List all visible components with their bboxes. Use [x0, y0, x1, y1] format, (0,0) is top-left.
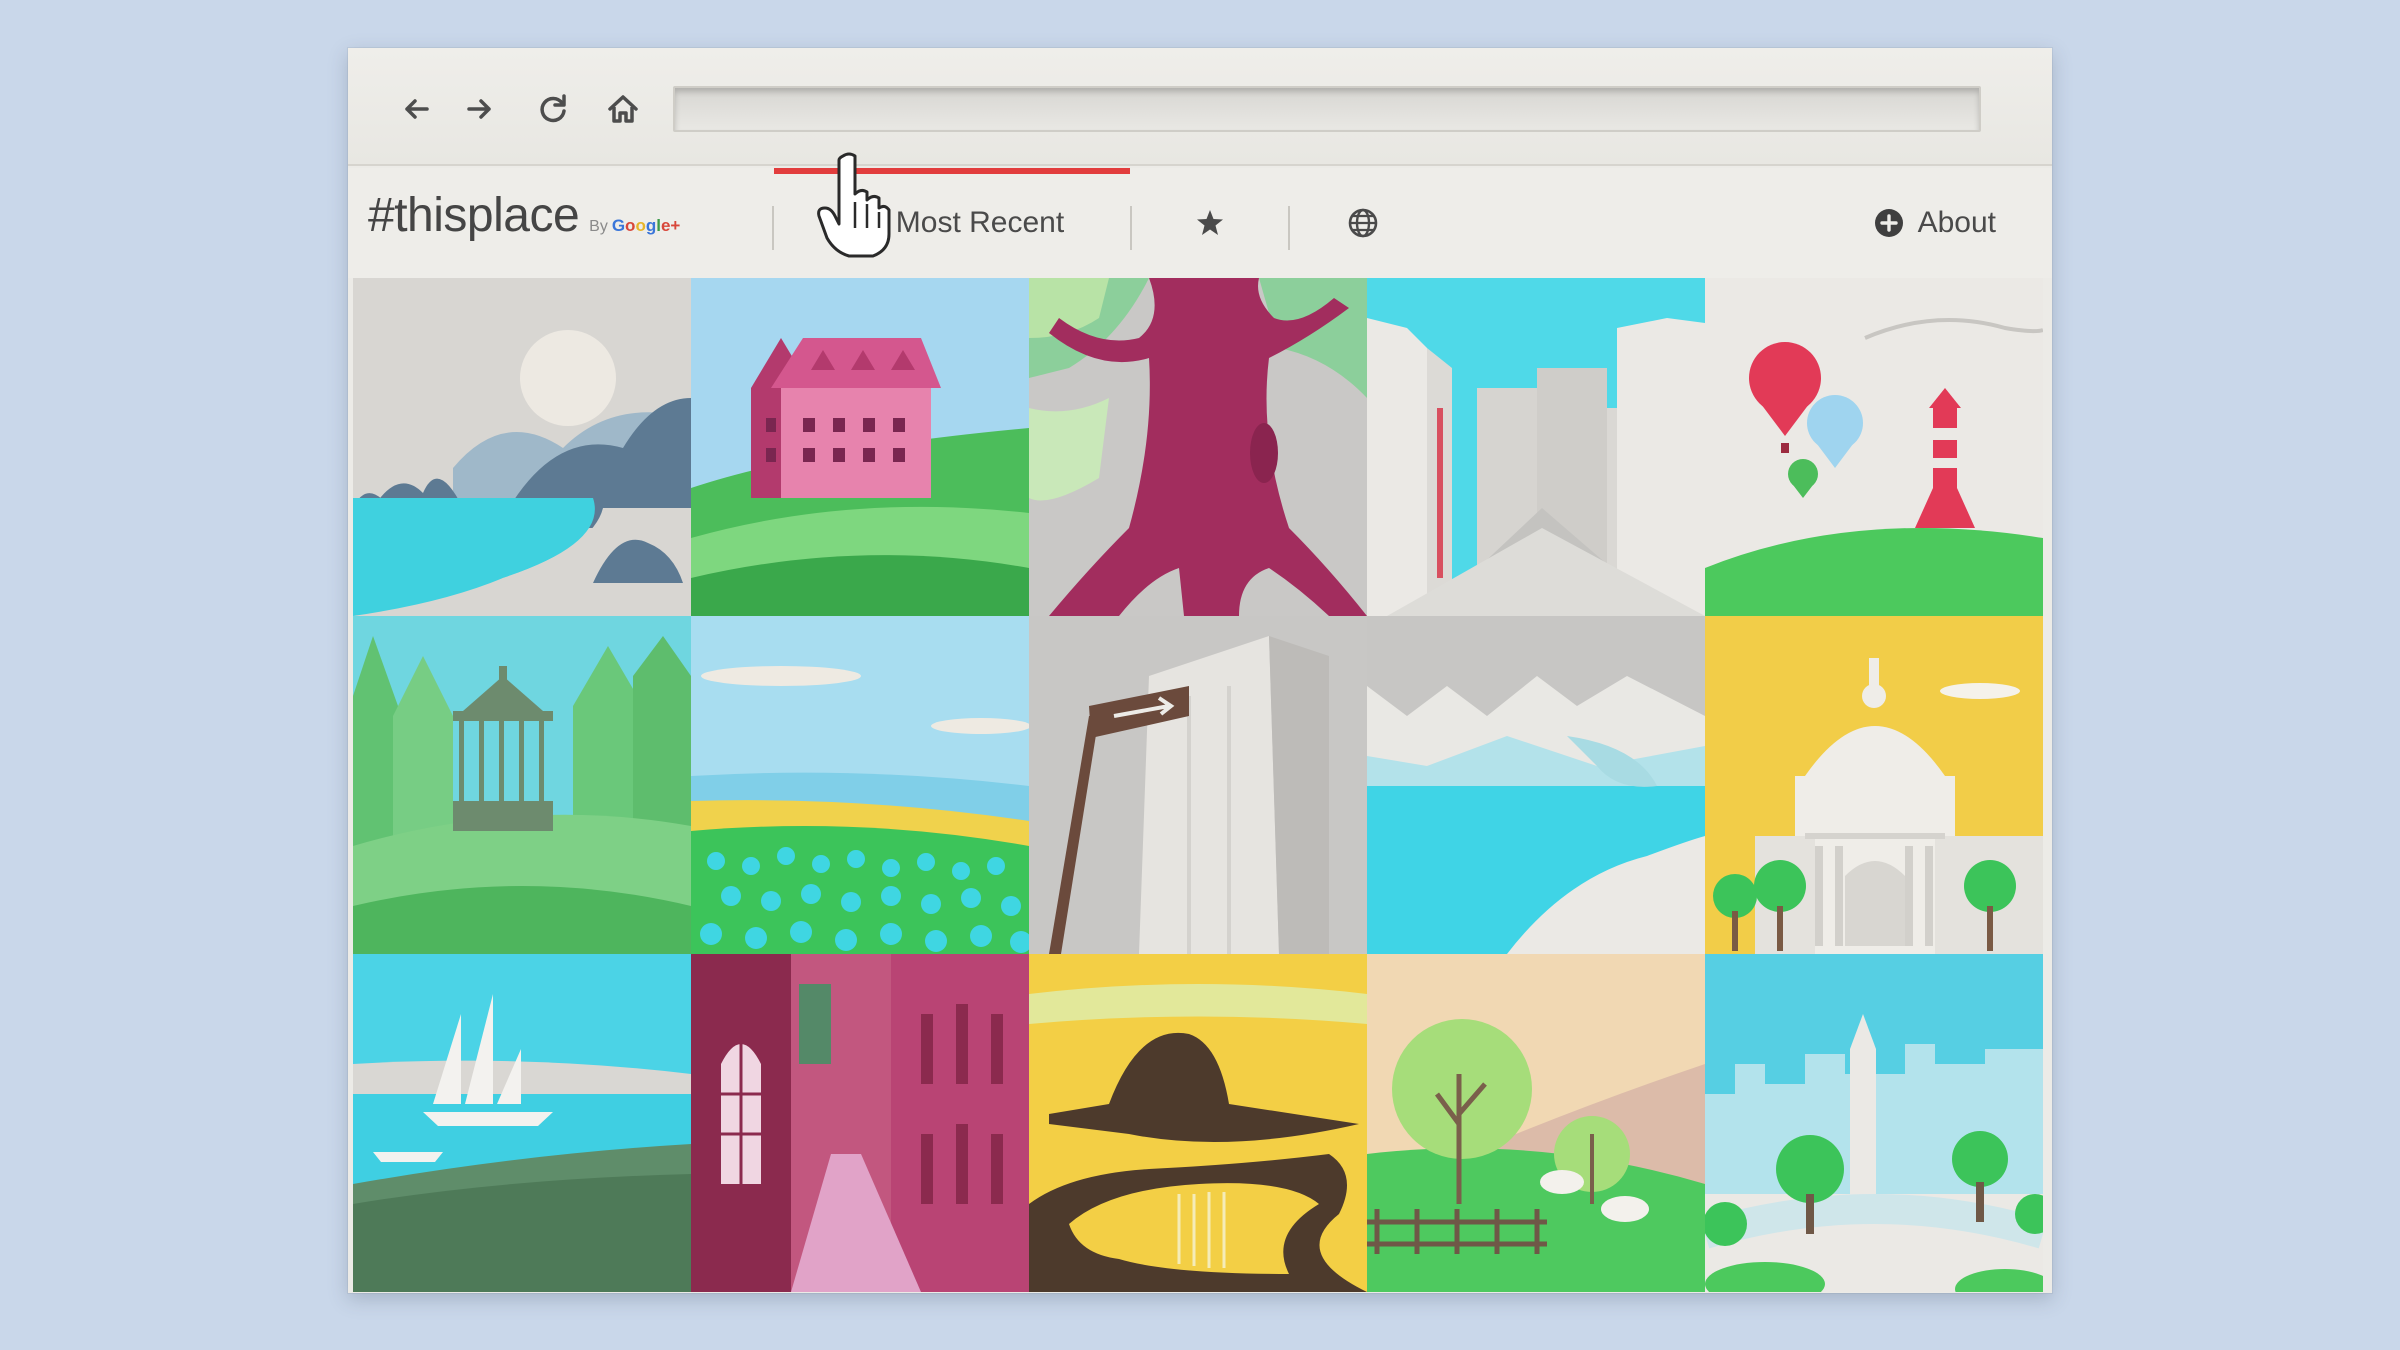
arrow-left-icon [405, 99, 429, 119]
home-button[interactable] [598, 84, 648, 134]
mountain-lake-illustration [1367, 616, 1705, 954]
white-city-illustration [1367, 278, 1705, 616]
giant-tree-illustration [1029, 278, 1367, 616]
site-header: #thisplace By Google+ Most Recent About [348, 168, 2052, 278]
star-icon [1197, 210, 1223, 235]
home-icon [608, 95, 638, 123]
browser-window: #thisplace By Google+ Most Recent About [348, 48, 2052, 1293]
place-tile[interactable] [691, 954, 1029, 1292]
about-label: About [1917, 206, 1996, 239]
about-link[interactable]: About [1874, 168, 1996, 278]
place-tile[interactable] [353, 616, 691, 954]
logo-by: By [589, 218, 608, 235]
active-tab-indicator [774, 168, 1130, 174]
place-tile[interactable] [1367, 278, 1705, 616]
place-tile[interactable] [1029, 616, 1367, 954]
place-tile[interactable] [1705, 278, 2043, 616]
tulip-field-illustration [691, 616, 1029, 954]
capitol-dome-illustration [1705, 616, 2043, 954]
sailboat-bay-illustration [353, 954, 691, 1292]
place-tile[interactable] [1705, 616, 2043, 954]
place-grid [353, 278, 2043, 1292]
red-alley-illustration [691, 954, 1029, 1292]
google-plus-logo: Google+ [611, 216, 681, 235]
pink-house-illustration [691, 278, 1029, 616]
address-bar[interactable] [673, 86, 1981, 132]
place-tile[interactable] [691, 278, 1029, 616]
place-tile[interactable] [1367, 954, 1705, 1292]
logo-text: #thisplace [368, 189, 580, 242]
tab-label: Most Recent [895, 206, 1065, 239]
place-tile[interactable] [1029, 278, 1367, 616]
plus-circle-icon [1874, 209, 1903, 237]
trees-sheep-illustration [1367, 954, 1705, 1292]
place-tile[interactable] [353, 278, 691, 616]
tab-places[interactable] [1290, 168, 1436, 278]
reload-icon [540, 94, 566, 123]
globe-icon [1348, 208, 1378, 238]
place-tile[interactable] [1367, 616, 1705, 954]
browser-toolbar [348, 48, 2052, 166]
coastal-rocks-illustration [353, 278, 691, 616]
clock-icon [842, 208, 872, 238]
forest-gazebo-illustration [353, 616, 691, 954]
arrow-right-icon [467, 99, 491, 119]
signpost-tower-illustration [1029, 616, 1367, 954]
back-button[interactable] [392, 84, 442, 134]
place-tile[interactable] [691, 616, 1029, 954]
balloons-lighthouse-illustration [1705, 278, 2043, 616]
place-tile[interactable] [353, 954, 691, 1292]
tab-most-recent[interactable]: Most Recent [774, 168, 1130, 278]
tab-starred[interactable] [1132, 168, 1288, 278]
park-monument-illustration [1705, 954, 2043, 1292]
golden-river-illustration [1029, 954, 1367, 1292]
place-tile[interactable] [1705, 954, 2043, 1292]
place-tile[interactable] [1029, 954, 1367, 1292]
forward-button[interactable] [454, 84, 504, 134]
site-logo[interactable]: #thisplace By Google+ [368, 188, 680, 248]
reload-button[interactable] [528, 84, 578, 134]
